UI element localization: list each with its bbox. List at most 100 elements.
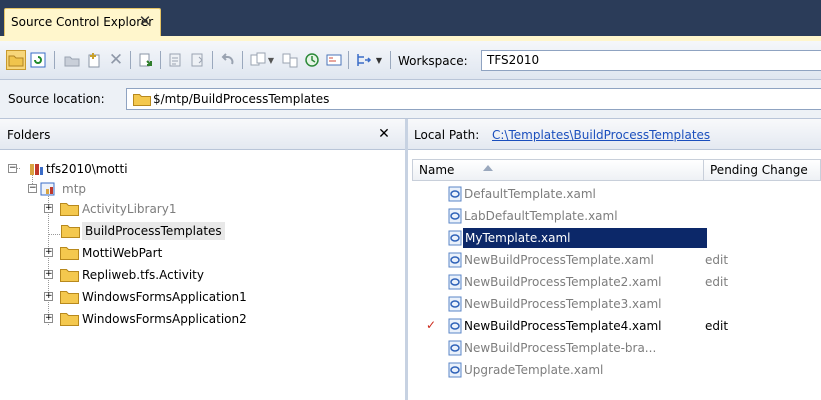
- tree-node-folder-selected[interactable]: BuildProcessTemplates: [60, 221, 260, 241]
- toolbar-separator: [390, 51, 391, 69]
- server-icon: [28, 161, 44, 180]
- file-row[interactable]: UpgradeTemplate.xaml: [408, 359, 821, 381]
- folders-header: Folders ✕: [0, 119, 405, 150]
- column-label: Pending Change: [710, 163, 808, 177]
- collapse-icon[interactable]: −: [28, 184, 37, 193]
- workspace-select[interactable]: TFS2010: [481, 50, 821, 71]
- toolbar-separator: [242, 51, 243, 69]
- refresh-icon[interactable]: [28, 50, 48, 70]
- file-name: UpgradeTemplate.xaml: [464, 363, 604, 377]
- file-name: NewBuildProcessTemplate2.xaml: [464, 275, 662, 289]
- tree-label: BuildProcessTemplates: [82, 222, 225, 240]
- file-name: NewBuildProcessTemplate.xaml: [464, 253, 654, 267]
- workspace-label: Workspace:: [398, 54, 468, 68]
- get-latest-icon[interactable]: [136, 50, 156, 70]
- file-name: DefaultTemplate.xaml: [464, 187, 596, 201]
- delete-icon[interactable]: ✕: [106, 50, 126, 70]
- file-row[interactable]: NewBuildProcessTemplate3.xaml: [408, 293, 821, 315]
- local-path-link[interactable]: C:\Templates\BuildProcessTemplates: [492, 128, 710, 142]
- column-header-name[interactable]: Name: [412, 159, 704, 181]
- xaml-file-icon: [448, 296, 463, 312]
- toolbar-separator: [160, 51, 161, 69]
- tree-label: tfs2010\motti: [46, 162, 128, 176]
- pending-change: edit: [705, 319, 729, 333]
- file-row[interactable]: NewBuildProcessTemplate.xaml edit: [408, 249, 821, 271]
- history-icon[interactable]: [302, 50, 322, 70]
- add-files-icon[interactable]: [84, 50, 104, 70]
- view-options-icon[interactable]: [354, 50, 374, 70]
- toolbar-separator: [130, 51, 131, 69]
- source-location-bar: Source location: $/mtp/BuildProcessTempl…: [0, 80, 821, 119]
- file-row[interactable]: ✓ NewBuildProcessTemplate4.xaml edit: [408, 315, 821, 337]
- pending-change: edit: [705, 275, 729, 289]
- dropdown-arrow-icon[interactable]: ▼: [374, 50, 384, 70]
- tree-label: Repliweb.tfs.Activity: [82, 268, 204, 282]
- properties-icon[interactable]: [324, 50, 344, 70]
- file-row-selected[interactable]: MyTemplate.xaml: [408, 227, 821, 249]
- toolbar-separator: [212, 51, 213, 69]
- file-name: LabDefaultTemplate.xaml: [464, 209, 618, 223]
- tab-title: Source Control Explorer: [11, 15, 154, 29]
- dropdown-arrow-icon[interactable]: ▼: [266, 50, 276, 70]
- pending-change: edit: [705, 253, 729, 267]
- checkout-icon[interactable]: [166, 50, 186, 70]
- file-name: NewBuildProcessTemplate4.xaml: [464, 319, 662, 333]
- checkin-icon[interactable]: [188, 50, 208, 70]
- folder-icon: [60, 268, 79, 282]
- tree-label: WindowsFormsApplication1: [82, 290, 247, 304]
- expand-icon[interactable]: +: [44, 248, 53, 257]
- undo-icon[interactable]: [218, 50, 238, 70]
- expand-icon[interactable]: +: [44, 270, 53, 279]
- folder-icon: [60, 202, 79, 216]
- xaml-file-icon: [448, 252, 463, 268]
- new-folder-icon[interactable]: [62, 50, 82, 70]
- expand-icon[interactable]: +: [44, 314, 53, 323]
- branch-icon[interactable]: [280, 50, 300, 70]
- local-path-bar: Local Path: C:\Templates\BuildProcessTem…: [408, 119, 821, 150]
- folders-panel: Folders ✕ − tfs2010\motti − mtp + Activi…: [0, 119, 408, 400]
- compare-icon[interactable]: [248, 50, 268, 70]
- close-icon[interactable]: ✕: [375, 125, 393, 143]
- xaml-file-icon: [448, 274, 463, 290]
- file-name: MyTemplate.xaml: [463, 228, 707, 248]
- toolbar-separator: [54, 51, 55, 69]
- tree-node-server[interactable]: − tfs2010\motti: [6, 159, 156, 179]
- checkmark-icon: ✓: [426, 318, 437, 332]
- tree-label: WindowsFormsApplication2: [82, 312, 247, 326]
- folder-open-icon[interactable]: [6, 50, 26, 70]
- folder-icon: [61, 224, 80, 238]
- files-panel: Local Path: C:\Templates\BuildProcessTem…: [408, 119, 821, 400]
- tree-node-folder[interactable]: + ActivityLibrary1: [42, 199, 242, 219]
- tree-node-project[interactable]: − mtp: [22, 179, 122, 199]
- column-header-pending[interactable]: Pending Change: [703, 159, 821, 181]
- tab-source-control-explorer[interactable]: Source Control Explorer ✕: [4, 8, 161, 36]
- source-location-input[interactable]: $/mtp/BuildProcessTemplates: [126, 88, 821, 110]
- file-name: NewBuildProcessTemplate-bra...: [464, 341, 657, 355]
- collapse-icon[interactable]: −: [8, 164, 17, 173]
- sort-ascending-icon: [483, 165, 493, 171]
- xaml-file-icon: [448, 340, 463, 356]
- source-location-label: Source location:: [8, 92, 105, 106]
- file-row[interactable]: DefaultTemplate.xaml: [408, 183, 821, 205]
- tree-label: mtp: [62, 182, 87, 196]
- close-icon[interactable]: ✕: [136, 12, 154, 30]
- tree-label: MottiWebPart: [82, 246, 163, 260]
- tree-node-folder[interactable]: + Repliweb.tfs.Activity: [42, 265, 292, 285]
- folder-icon: [60, 290, 79, 304]
- folder-icon: [133, 93, 151, 109]
- expand-icon[interactable]: +: [44, 204, 53, 213]
- document-tab-bar: Source Control Explorer ✕: [0, 0, 821, 36]
- expand-icon[interactable]: +: [44, 292, 53, 301]
- folders-title: Folders: [7, 128, 51, 142]
- file-row[interactable]: NewBuildProcessTemplate-bra...: [408, 337, 821, 359]
- tree-node-folder[interactable]: + MottiWebPart: [42, 243, 242, 263]
- xaml-file-icon: [448, 362, 463, 378]
- toolbar-separator: [348, 51, 349, 69]
- tree-node-folder[interactable]: + WindowsFormsApplication1: [42, 287, 342, 307]
- tree-node-folder[interactable]: + WindowsFormsApplication2: [42, 309, 342, 329]
- file-row[interactable]: LabDefaultTemplate.xaml: [408, 205, 821, 227]
- file-row[interactable]: NewBuildProcessTemplate2.xaml edit: [408, 271, 821, 293]
- column-label: Name: [419, 163, 455, 177]
- local-path-label: Local Path:: [414, 128, 480, 142]
- source-location-path: $/mtp/BuildProcessTemplates: [153, 92, 330, 106]
